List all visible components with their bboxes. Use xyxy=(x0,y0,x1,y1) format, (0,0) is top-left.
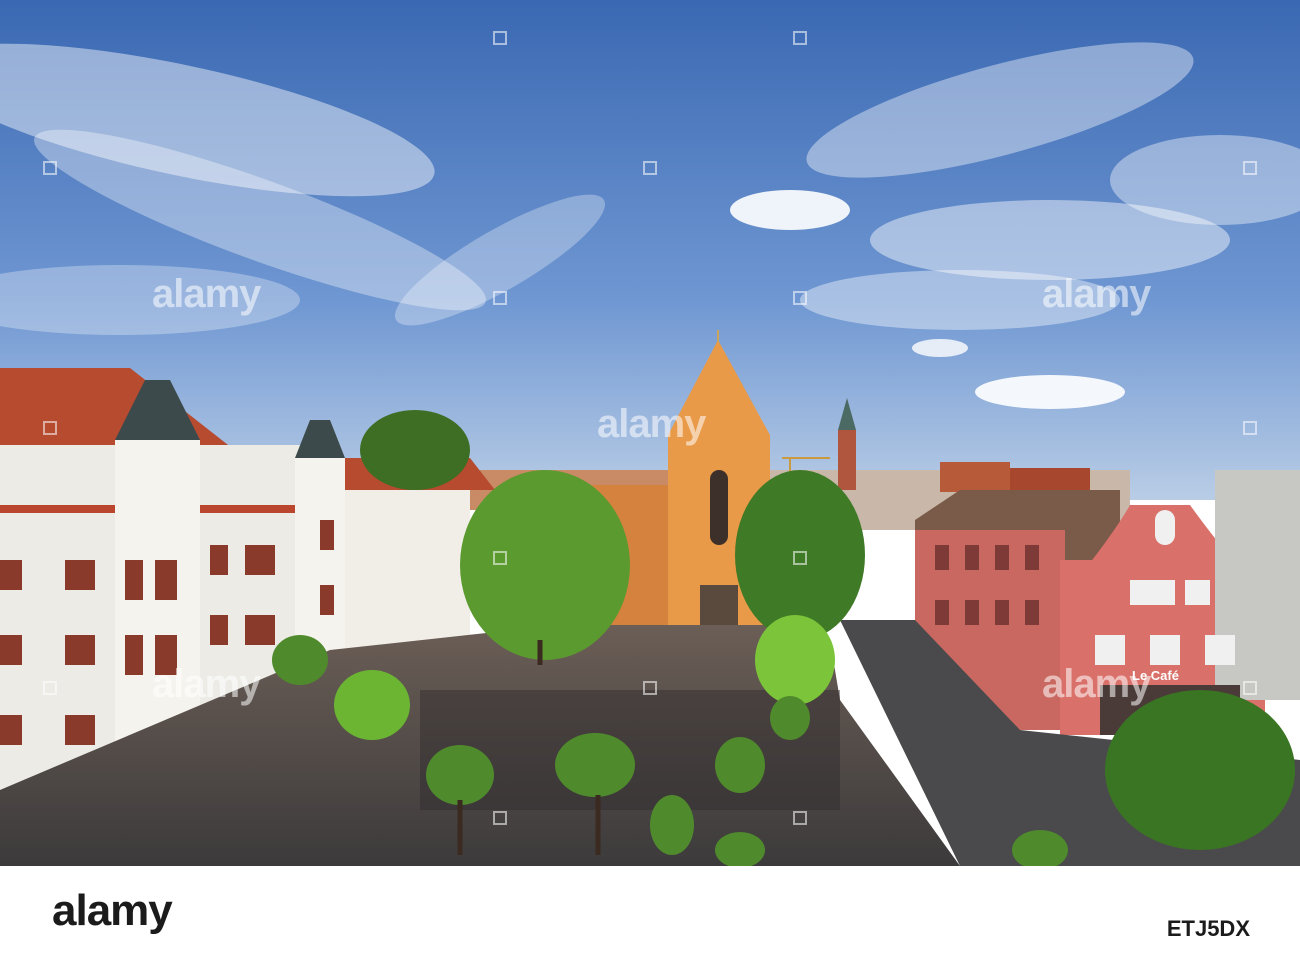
watermark: alamy xyxy=(1042,272,1151,316)
image-id: ETJ5DX xyxy=(1166,916,1250,941)
watermark: alamy xyxy=(1042,662,1151,706)
alamy-square-icon xyxy=(43,681,57,695)
alamy-square-icon xyxy=(793,291,807,305)
alamy-square-icon xyxy=(43,421,57,435)
alamy-square-icon xyxy=(1243,681,1257,695)
alamy-square-icon xyxy=(793,551,807,565)
alamy-square-icon xyxy=(493,291,507,305)
alamy-square-icon xyxy=(793,31,807,45)
footer-logo: alamy xyxy=(52,886,173,935)
alamy-square-icon xyxy=(643,681,657,695)
watermark: alamy xyxy=(597,402,706,446)
photo: Le Café alamy alamy alamy alamy alamy xyxy=(0,0,1300,866)
footer xyxy=(0,866,1300,956)
alamy-square-icon xyxy=(1243,421,1257,435)
watermark: alamy xyxy=(152,662,261,706)
alamy-square-icon xyxy=(793,811,807,825)
alamy-square-icon xyxy=(1243,161,1257,175)
watermark: alamy xyxy=(152,272,261,316)
alamy-square-icon xyxy=(493,811,507,825)
alamy-square-icon xyxy=(43,161,57,175)
alamy-square-icon xyxy=(643,161,657,175)
alamy-square-icon xyxy=(493,551,507,565)
alamy-square-icon xyxy=(493,31,507,45)
